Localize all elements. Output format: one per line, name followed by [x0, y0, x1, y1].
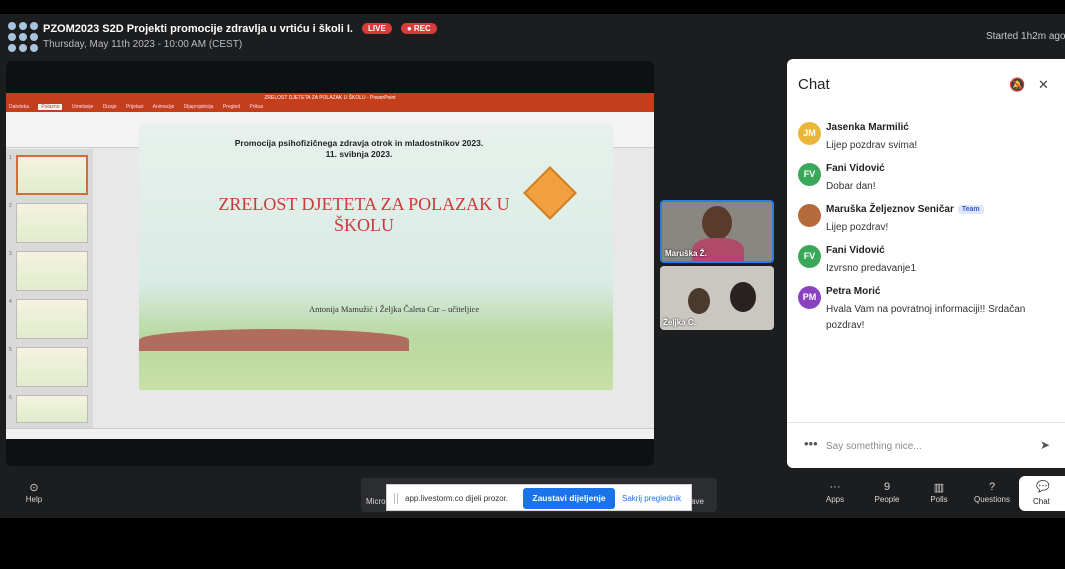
ppt-tab: Datoteka [9, 104, 30, 110]
message-author: Maruška Željeznov Seničar Team [826, 204, 984, 215]
message-text: Lijep pozdrav! [826, 222, 889, 233]
person-head [702, 206, 732, 240]
current-slide: Promocija psihofizičnega zdravja otrok i… [139, 124, 613, 390]
apps-button[interactable]: ··· Apps [810, 481, 860, 504]
slide-thumbnails: 1 2 3 4 5 6 [6, 149, 93, 428]
chat-input[interactable]: Say something nice... [826, 441, 922, 452]
message-author: Jasenka Marmilić [826, 122, 909, 133]
person-head [730, 282, 756, 312]
send-icon[interactable]: ➤ [1040, 438, 1050, 452]
microphone-label[interactable]: Micro [366, 497, 386, 506]
live-badge: LIVE [362, 23, 392, 34]
hide-browser-link[interactable]: Sakrij preglednik [622, 494, 681, 503]
slide-authors: Antonija Mamužić i Željka Čaleta Car – u… [309, 304, 480, 314]
message-text: Dobar dan! [826, 181, 876, 192]
event-title: PZOM2023 S2D Projekti promocije zdravlja… [43, 23, 437, 35]
event-title-text: PZOM2023 S2D Projekti promocije zdravlja… [43, 23, 353, 35]
ppt-status-bar [6, 428, 654, 439]
ppt-tab: Pregled [222, 104, 241, 110]
avatar: JM [798, 122, 821, 145]
question-icon: ? [988, 481, 996, 493]
participant-name: Željka C. [663, 318, 696, 327]
app-root: PZOM2023 S2D Projekti promocije zdravlja… [0, 0, 1065, 569]
chat-bubble-icon: 💬 [1036, 481, 1050, 493]
close-icon[interactable]: ✕ [1038, 77, 1049, 93]
ppt-tab: Dijaprojekcija [183, 104, 214, 110]
rec-badge: ● REC [400, 23, 437, 34]
avatar [798, 204, 821, 227]
slide-thumbnail [16, 203, 88, 243]
team-badge: Team [957, 205, 984, 214]
slide-thumbnail [16, 395, 88, 423]
share-notice-text: app.livestorm.co dijeli prozor. [405, 494, 509, 503]
stop-sharing-button[interactable]: Zaustavi dijeljenje [523, 488, 615, 509]
ground-illustration [139, 329, 409, 351]
polls-button[interactable]: ▥ Polls [914, 481, 964, 504]
livestorm-logo-icon [8, 22, 38, 52]
screen-share[interactable]: ZRELOST DJETETA ZA POLAZAK U ŠKOLU - Pow… [6, 61, 654, 466]
slide-thumbnail [16, 347, 88, 387]
slide-thumbnail [16, 251, 88, 291]
message-text: Izvrsno predavanje1 [826, 263, 917, 274]
questions-button[interactable]: ? Questions [967, 481, 1017, 504]
slide-thumbnail [16, 299, 88, 339]
event-datetime: Thursday, May 11th 2023 - 10:00 AM (CEST… [43, 39, 243, 50]
screen-share-notice: app.livestorm.co dijeli prozor. Zaustavi… [386, 484, 692, 511]
avatar: FV [798, 245, 821, 268]
people-count: 9 [883, 481, 891, 493]
slide-title: ZRELOST DJETETA ZA POLAZAK U ŠKOLU [218, 194, 510, 235]
help-icon: ⊙ [29, 482, 39, 494]
message-text: Lijep pozdrav svima! [826, 140, 918, 151]
chat-input-bar: ••• Say something nice... ➤ [787, 422, 1065, 468]
ppt-tab: Prijelazi [125, 104, 144, 110]
avatar: PM [798, 286, 821, 309]
ppt-ribbon-tabs: Datoteka Polazno Umetanje Dizajn Prijela… [6, 103, 654, 112]
apps-dots-icon: ··· [829, 481, 841, 493]
mute-notifications-icon[interactable]: 🔕 [1009, 77, 1025, 93]
more-dots-icon[interactable]: ••• [804, 436, 818, 451]
slide-header: Promocija psihofizičnega zdravja otrok i… [234, 138, 484, 159]
ppt-tab: Animacije [152, 104, 175, 110]
participant-video[interactable]: Željka C. [660, 266, 774, 330]
ppt-tab: Umetanje [71, 104, 94, 110]
started-time: Started 1h2m ago [986, 31, 1065, 42]
person-head [688, 288, 710, 314]
ppt-title-bar: ZRELOST DJETETA ZA POLAZAK U ŠKOLU - Pow… [6, 93, 654, 103]
message-text: Hvala Vam na povratnoj informaciji!! Srd… [826, 304, 1026, 331]
avatar: FV [798, 163, 821, 186]
participant-name: Maruška Ž. [665, 249, 707, 258]
message-author: Fani Vidović [826, 245, 885, 256]
ppt-tab: Prikaz [249, 104, 264, 110]
leave-label[interactable]: ave [691, 497, 704, 506]
drag-handle-icon[interactable] [394, 493, 398, 504]
slide-thumbnail [16, 155, 88, 195]
polls-icon: ▥ [933, 482, 945, 494]
participant-video[interactable]: Maruška Ž. [660, 200, 774, 263]
ppt-tab: Dizajn [102, 104, 117, 110]
message-author: Fani Vidović [826, 163, 885, 174]
chat-button[interactable]: 💬 Chat [1019, 476, 1065, 511]
chat-title: Chat [798, 76, 830, 93]
message-author: Petra Morić [826, 286, 881, 297]
chat-panel: Chat 🔕 ✕ JM Jasenka Marmilić Lijep pozdr… [787, 59, 1065, 468]
people-button[interactable]: 9 People [862, 481, 912, 504]
help-button[interactable]: ⊙ Help [9, 481, 59, 504]
ppt-tab-active: Polazno [38, 104, 63, 110]
